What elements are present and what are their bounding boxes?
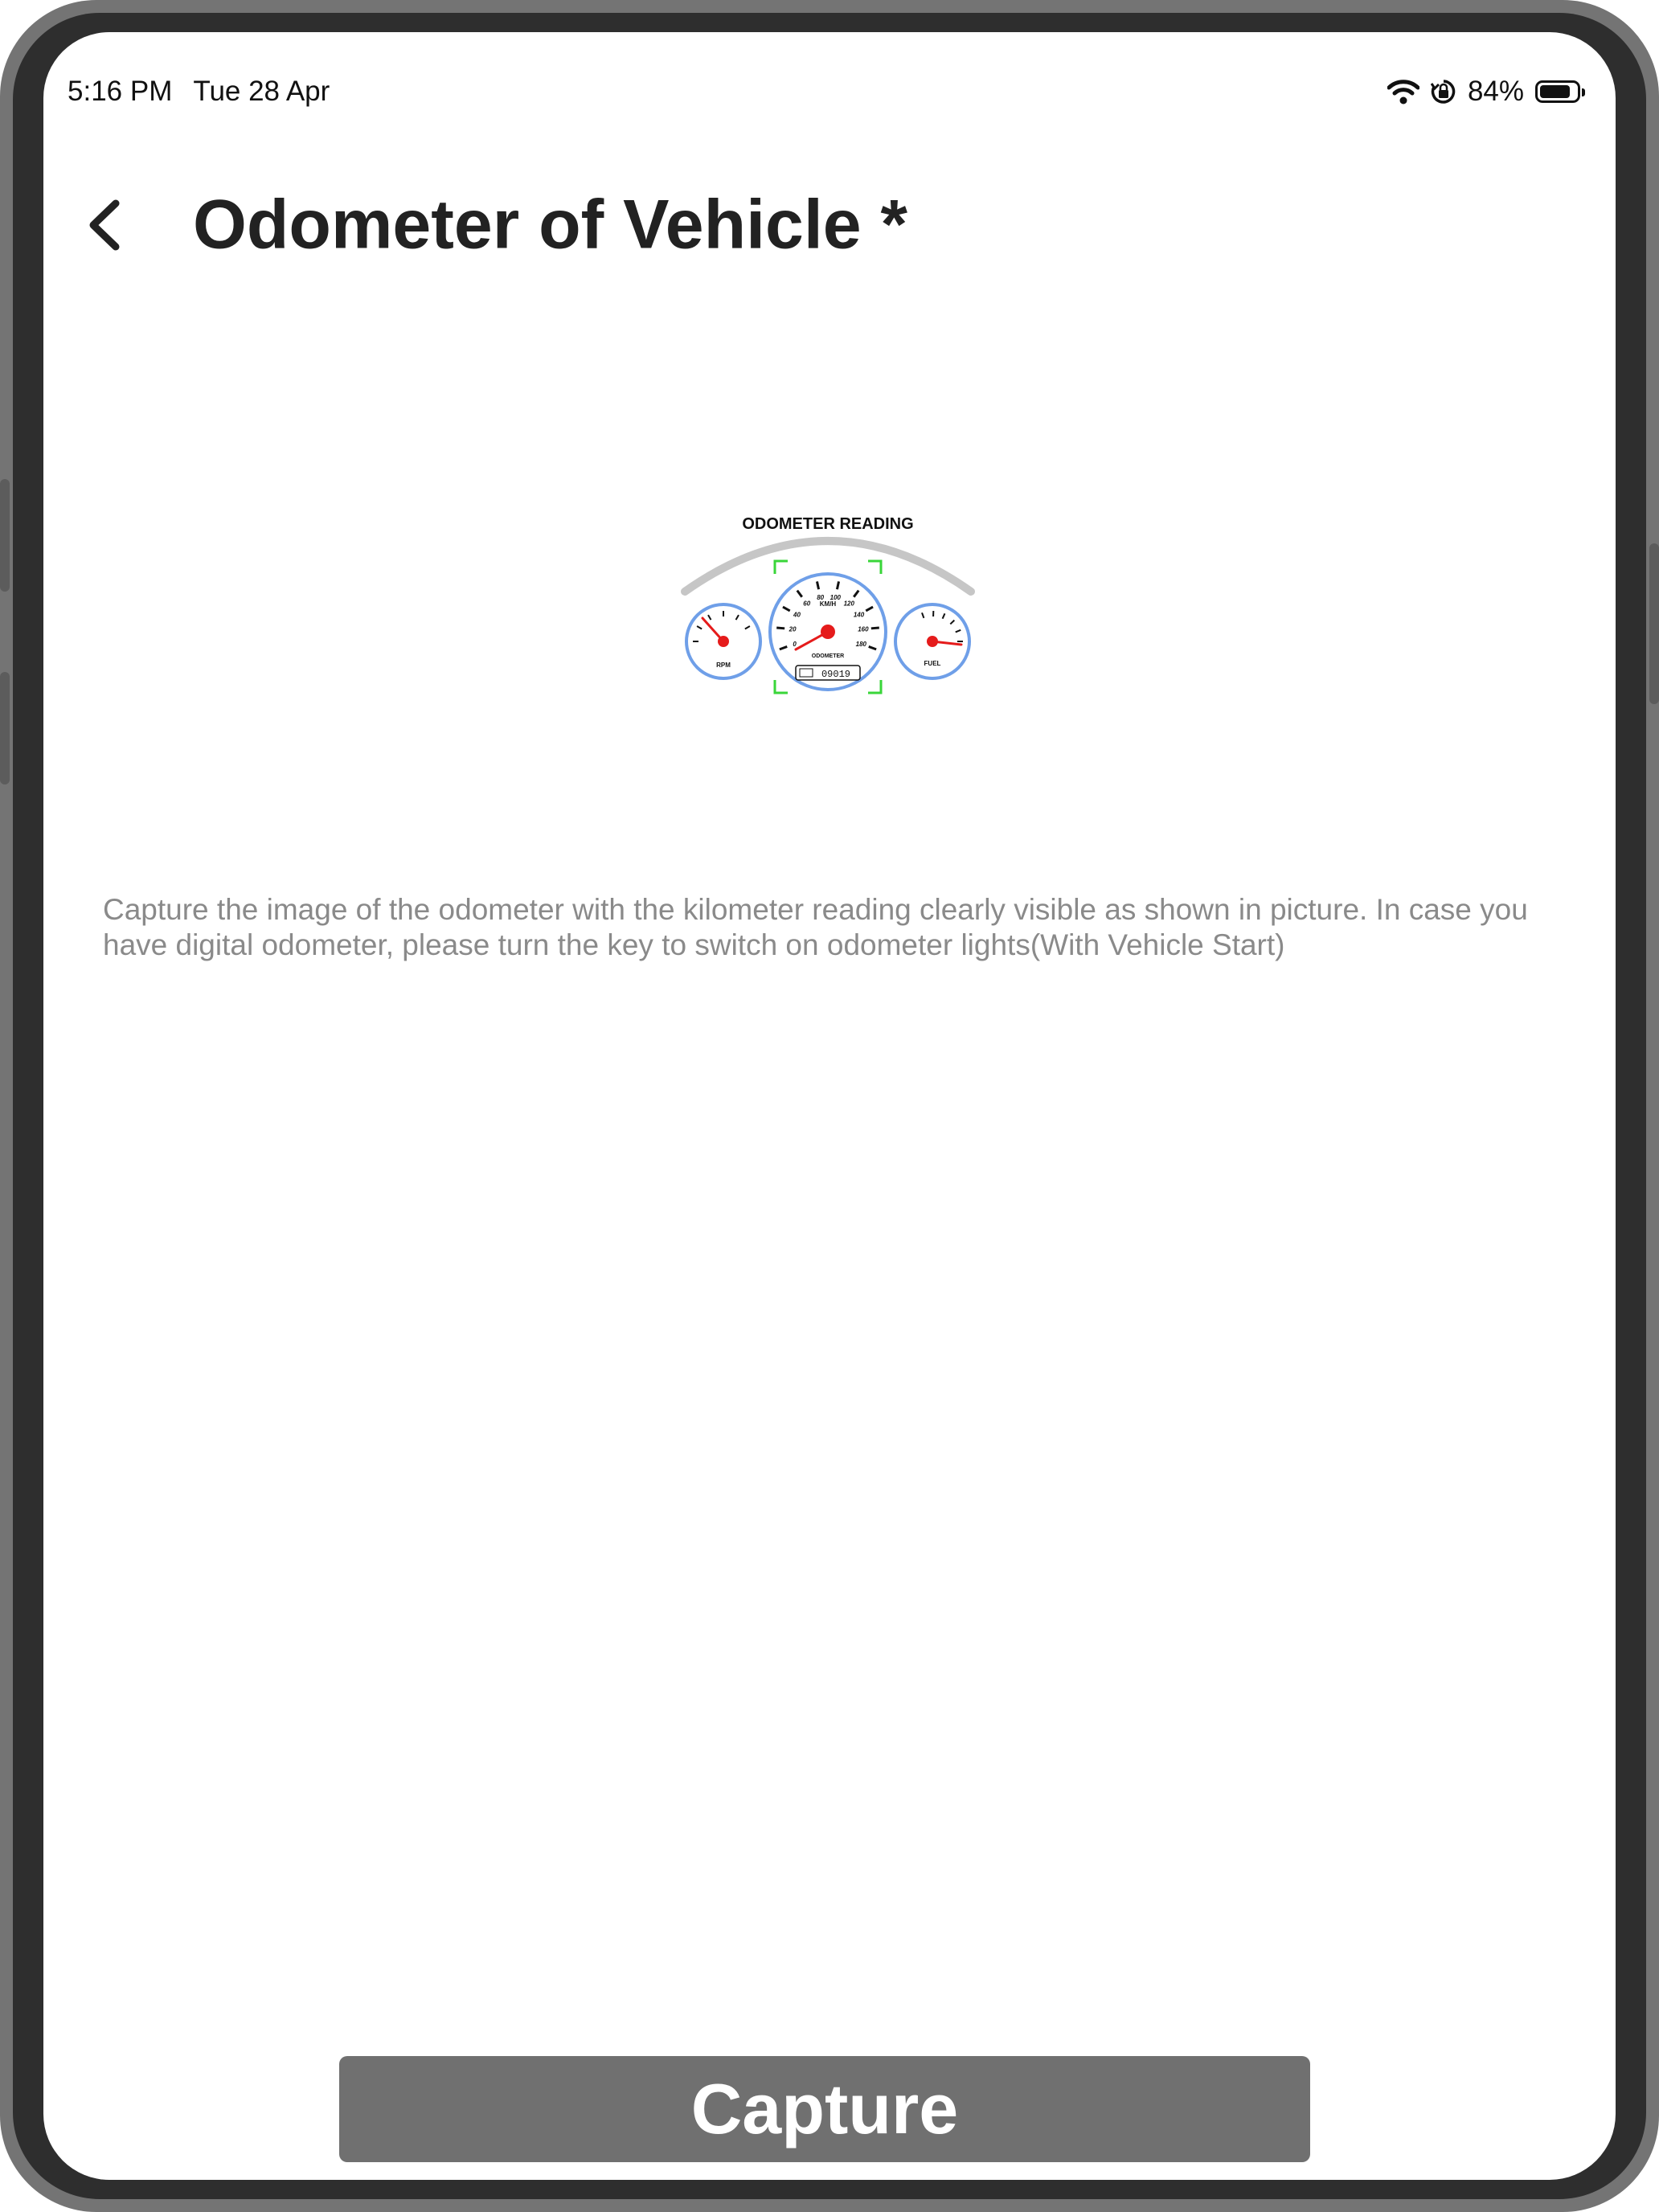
status-bar: 5:16 PM Tue 28 Apr 84% — [43, 32, 1616, 121]
status-date: Tue 28 Apr — [193, 76, 330, 107]
speedometer-gauge: 020406080 100120140160180 KM/H ODOMETER 0… — [768, 572, 887, 691]
speed-tick-label: 160 — [858, 626, 869, 633]
page-title: Odometer of Vehicle * — [193, 186, 907, 264]
odometer-illustration: ODOMETER READING RPM FUEL 020406080 1001… — [681, 515, 975, 694]
speed-tick — [776, 626, 785, 630]
speed-tick — [870, 626, 879, 630]
instruction-text: Capture the image of the odometer with t… — [103, 893, 1528, 961]
status-time-date: 5:16 PM Tue 28 Apr — [68, 76, 350, 108]
speed-unit-label: KM/H — [820, 600, 837, 608]
wifi-icon — [1387, 80, 1419, 104]
speed-tick-label: 120 — [844, 600, 855, 608]
odometer-value: 09019 — [821, 669, 850, 680]
battery-icon — [1535, 80, 1585, 103]
fuel-label: FUEL — [924, 660, 941, 667]
battery-level-fill — [1540, 85, 1570, 98]
rpm-label: RPM — [716, 662, 731, 669]
back-button[interactable] — [64, 185, 145, 265]
device-side-button — [0, 672, 10, 784]
device-side-button — [0, 479, 10, 592]
speed-tick — [835, 581, 841, 590]
battery-percentage: 84% — [1467, 76, 1524, 107]
speed-tick-label: 20 — [789, 626, 797, 633]
status-indicators: 84% — [1387, 76, 1585, 108]
status-time: 5:16 PM — [68, 76, 173, 107]
device-frame: 5:16 PM Tue 28 Apr 84% Odometer of Vehic… — [0, 0, 1659, 2212]
fuel-gauge: FUEL — [894, 603, 971, 680]
speed-tick — [815, 581, 821, 590]
speed-tick-label: 60 — [803, 600, 810, 608]
speed-tick-label: 180 — [856, 641, 867, 648]
device-side-button — [1649, 543, 1659, 704]
orientation-lock-icon — [1430, 80, 1456, 104]
capture-button[interactable]: Capture — [339, 2056, 1310, 2162]
screen: 5:16 PM Tue 28 Apr 84% Odometer of Vehic… — [43, 32, 1616, 2180]
odometer-label: ODOMETER — [812, 653, 844, 659]
rpm-gauge: RPM — [685, 603, 762, 680]
chevron-left-icon — [89, 199, 120, 251]
speed-tick-label: 40 — [793, 612, 801, 619]
speed-tick-label: 0 — [793, 641, 797, 648]
app-header: Odometer of Vehicle * — [43, 153, 1616, 297]
illustration-title: ODOMETER READING — [742, 515, 913, 533]
speed-tick-label: 140 — [854, 612, 865, 619]
